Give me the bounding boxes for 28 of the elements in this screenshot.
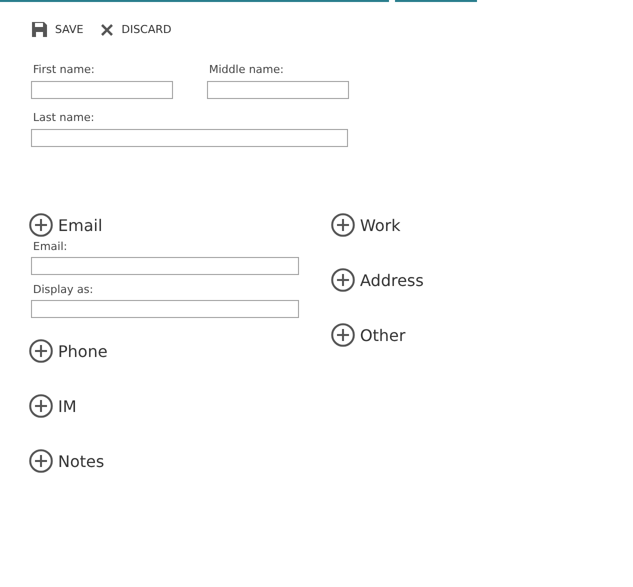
- input-field[interactable]: [31, 129, 348, 147]
- plus-icon: [331, 213, 355, 237]
- toolbar-button[interactable]: DISCARD: [101, 22, 172, 37]
- plus-icon: [29, 213, 53, 237]
- section-button[interactable]: Phone: [29, 339, 108, 363]
- field-label: Last name:: [32, 111, 96, 124]
- section-button[interactable]: IM: [29, 394, 77, 418]
- toolbar-button[interactable]: SAVE: [32, 22, 84, 37]
- plus-icon: [29, 394, 53, 418]
- plus-icon: [331, 323, 355, 347]
- field-label: Display as:: [32, 283, 94, 296]
- field-label: Email:: [32, 240, 68, 253]
- field-label: First name:: [32, 63, 96, 76]
- section-button[interactable]: Notes: [29, 449, 104, 473]
- input-field[interactable]: [31, 81, 173, 99]
- input-field[interactable]: [31, 300, 299, 318]
- plus-icon: [29, 339, 53, 363]
- save-icon: [32, 22, 47, 37]
- field-label: Middle name:: [208, 63, 285, 76]
- plus-icon: [29, 449, 53, 473]
- plus-icon: [331, 268, 355, 292]
- section-button[interactable]: Work: [331, 213, 401, 237]
- section-button[interactable]: Address: [331, 268, 424, 292]
- close-icon: [101, 24, 114, 36]
- input-field[interactable]: [207, 81, 349, 99]
- section-button[interactable]: Other: [331, 323, 406, 347]
- section-button[interactable]: Email: [29, 213, 102, 237]
- input-field[interactable]: [31, 257, 299, 275]
